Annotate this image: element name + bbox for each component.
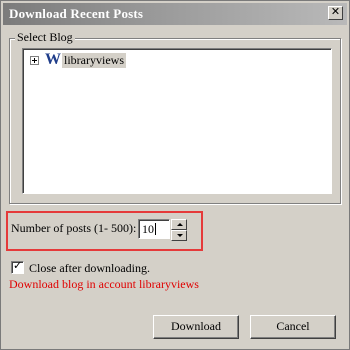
- download-button[interactable]: Download: [153, 315, 239, 339]
- close-button[interactable]: ✕: [328, 5, 343, 20]
- download-recent-posts-dialog: Download Recent Posts ✕ Select Blog W li…: [0, 0, 350, 350]
- cancel-button[interactable]: Cancel: [250, 315, 336, 339]
- wordpress-icon: W: [45, 51, 61, 68]
- close-icon: ✕: [330, 5, 341, 18]
- posts-spinner[interactable]: [171, 219, 187, 241]
- account-info-text: Download blog in account libraryviews: [9, 277, 199, 291]
- blog-tree-view[interactable]: W libraryviews: [22, 48, 332, 194]
- number-of-posts-label: Number of posts (1- 500):: [11, 221, 137, 235]
- close-after-checkbox[interactable]: ✓: [11, 259, 24, 274]
- title-bar[interactable]: Download Recent Posts ✕: [3, 3, 347, 25]
- close-after-label[interactable]: Close after downloading.: [29, 261, 150, 276]
- tree-item-label[interactable]: libraryviews: [62, 53, 126, 68]
- spin-down-button[interactable]: [171, 230, 187, 241]
- arrow-up-icon: [177, 223, 183, 226]
- arrow-down-icon: [177, 234, 183, 237]
- plus-expander-icon[interactable]: [30, 56, 39, 65]
- number-of-posts-value: 10: [142, 222, 154, 236]
- check-icon: ✓: [13, 259, 23, 272]
- dialog-title: Download Recent Posts: [9, 6, 144, 21]
- select-blog-label: Select Blog: [15, 30, 75, 45]
- text-caret: [155, 223, 156, 235]
- spin-up-button[interactable]: [171, 219, 187, 230]
- number-of-posts-input[interactable]: 10: [138, 219, 170, 239]
